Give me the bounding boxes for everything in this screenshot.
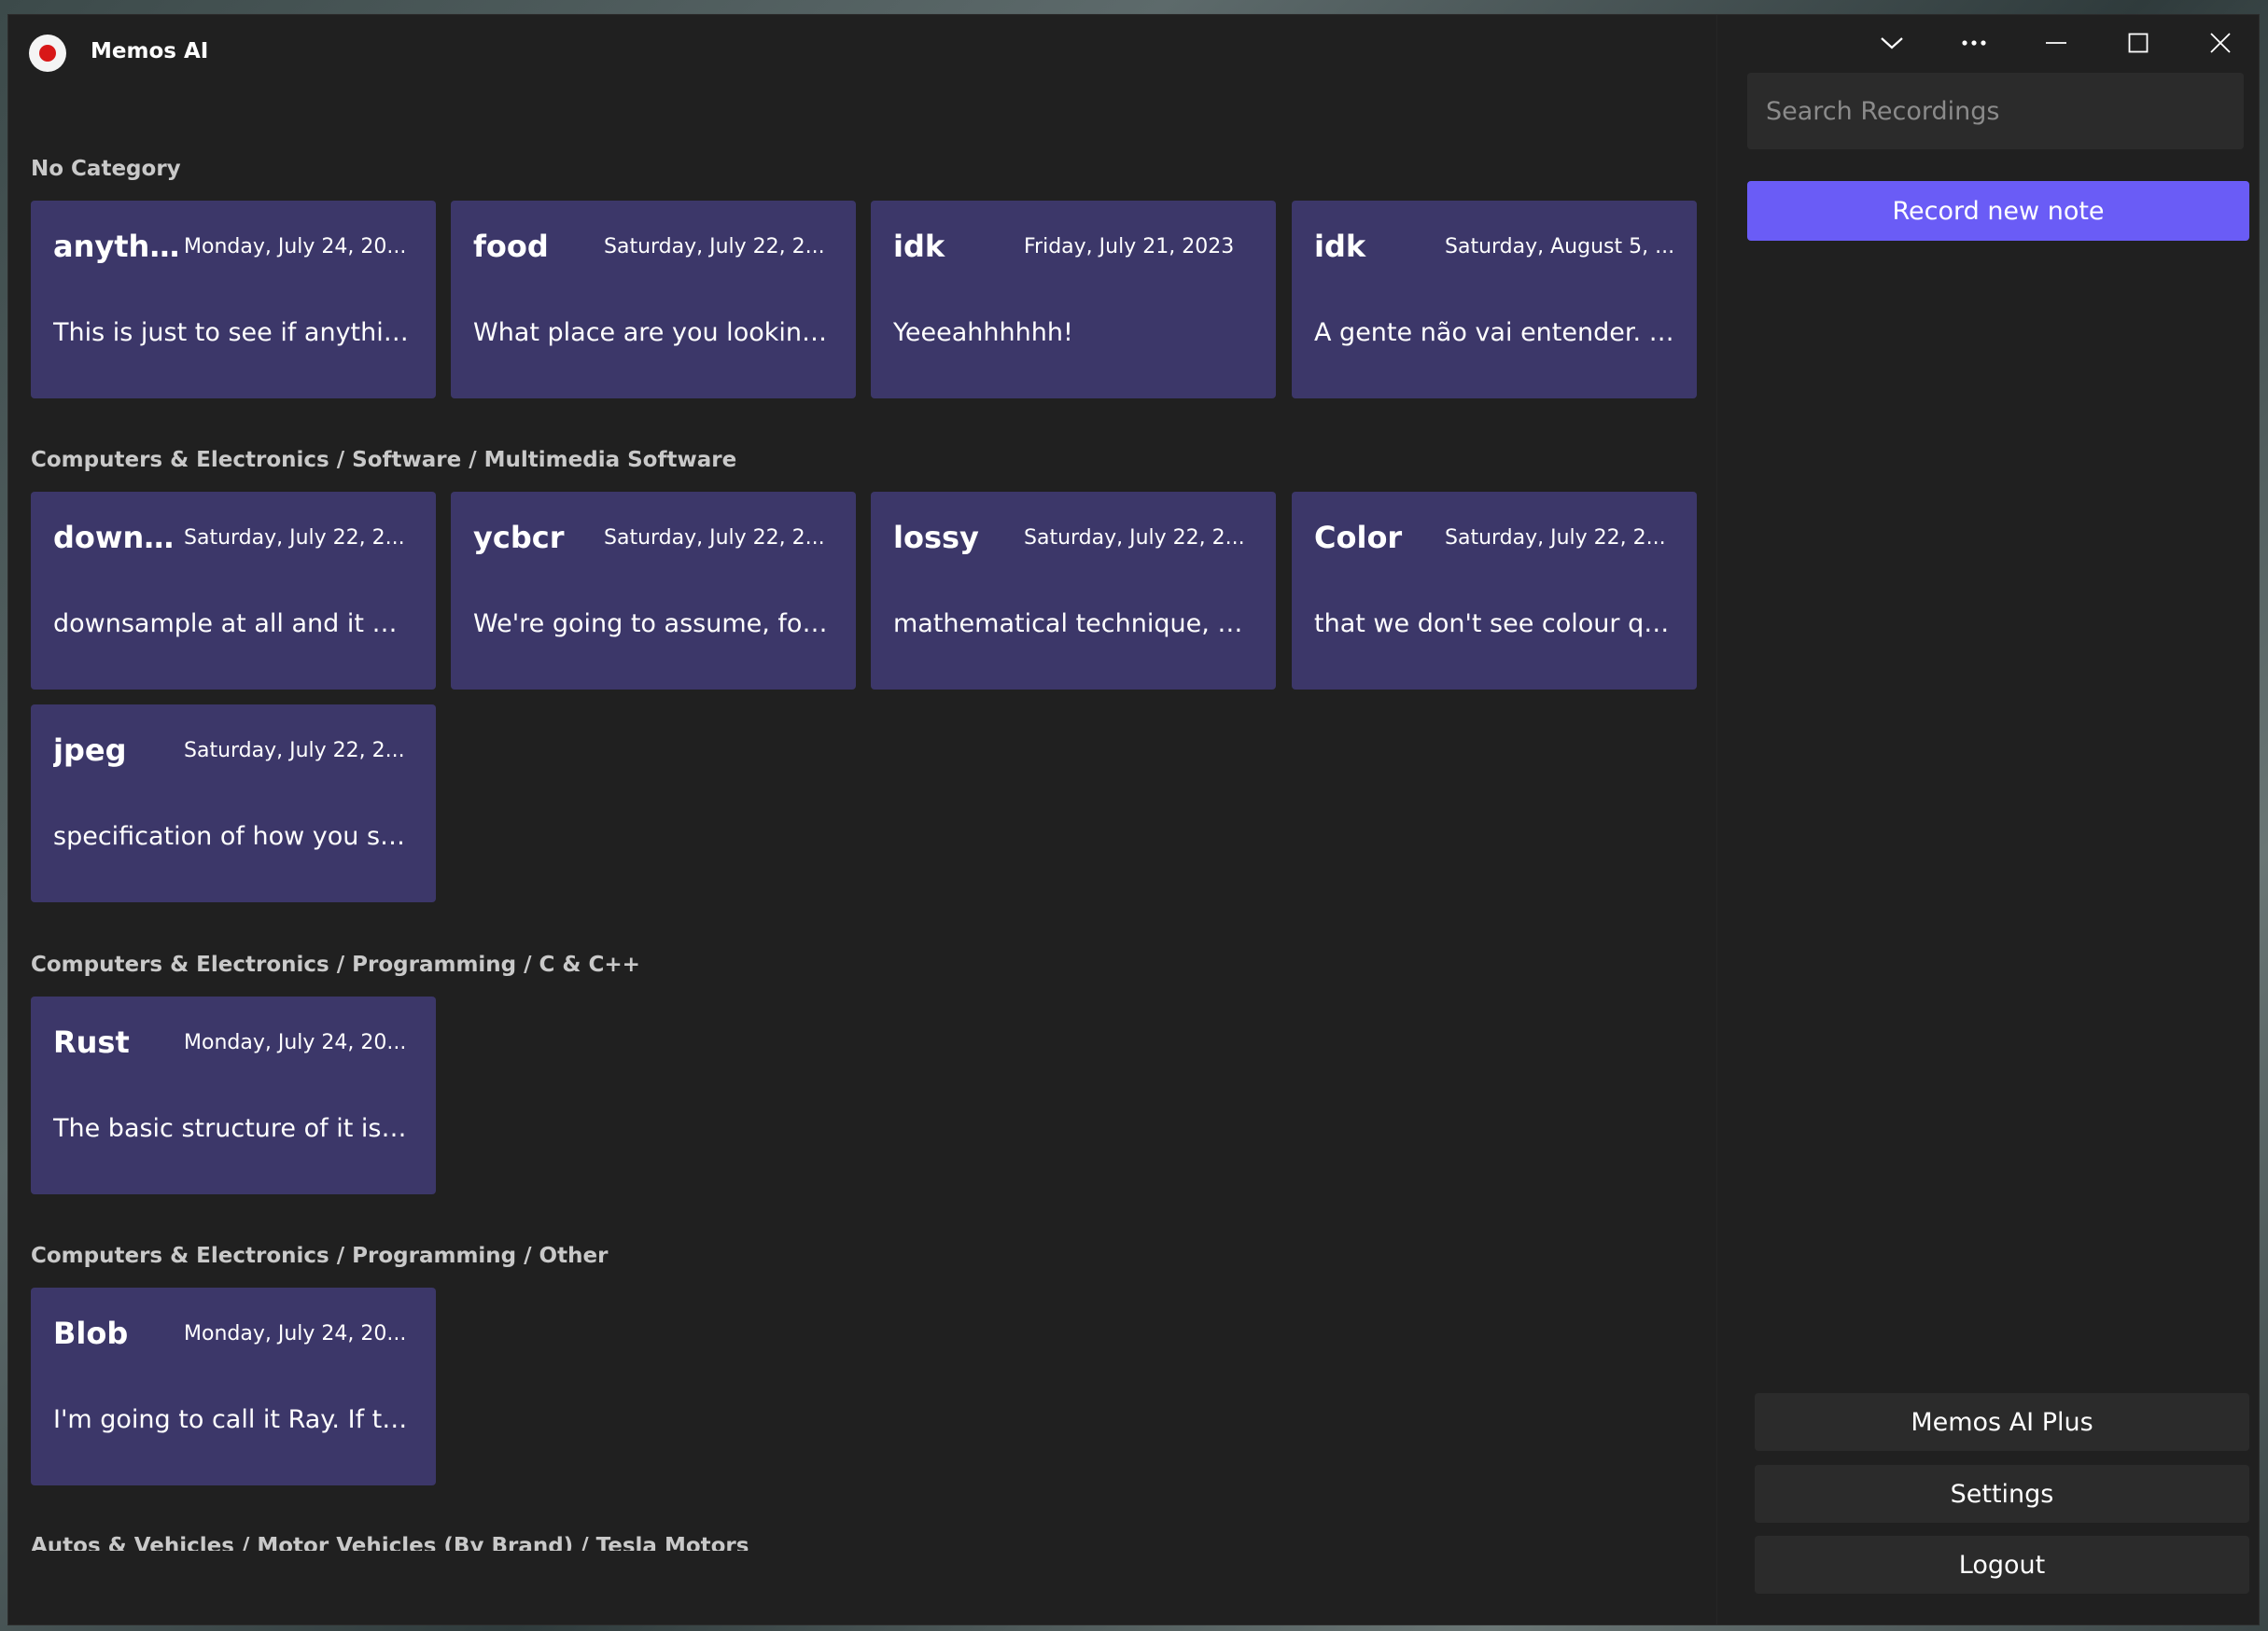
category-section: No Category [31, 155, 181, 183]
card-preview: that we don't see colour quit... [1314, 609, 1674, 638]
card-date: Monday, July 24, 20... [184, 234, 407, 258]
recording-card[interactable]: jpeg Saturday, July 22, 2... specificati… [31, 704, 436, 902]
card-preview: specification of how you sho... [53, 822, 413, 851]
card-date: Saturday, July 22, 2... [604, 525, 825, 550]
card-preview: mathematical technique, whi... [893, 609, 1253, 638]
card-preview: A gente não vai entender. A ... [1314, 318, 1674, 347]
category-title: Autos & Vehicles / Motor Vehicles (By Br… [31, 1534, 749, 1551]
card-date: Saturday, August 5, ... [1445, 234, 1675, 258]
card-date: Monday, July 24, 20... [184, 1030, 407, 1054]
card-date: Saturday, July 22, 2... [1445, 525, 1666, 550]
settings-button[interactable]: Settings [1755, 1465, 2249, 1523]
card-title: Blob [53, 1316, 129, 1351]
recording-card[interactable]: lossy Saturday, July 22, 2... mathematic… [871, 492, 1276, 690]
card-preview: I'm going to call it Ray. If that... [53, 1405, 413, 1434]
card-title: idk [893, 229, 945, 264]
maximize-icon[interactable] [2097, 15, 2179, 71]
category-section: Computers & Electronics / Software / Mul… [31, 446, 736, 474]
window-controls [1851, 15, 2259, 71]
recording-card[interactable]: idk Saturday, August 5, ... A gente não … [1292, 201, 1697, 398]
category-section: Computers & Electronics / Programming / … [31, 1242, 608, 1270]
card-title: Color [1314, 520, 1403, 555]
app-window: Memos AI No Category anythi... Monday, J… [7, 14, 2260, 1625]
app-title: Memos AI [91, 39, 209, 63]
card-title: jpeg [53, 732, 127, 768]
card-preview: This is just to see if anything ... [53, 318, 413, 347]
category-title: Computers & Electronics / Software / Mul… [31, 448, 737, 472]
card-date: Saturday, July 22, 2... [184, 738, 405, 762]
category-title: Computers & Electronics / Programming / … [31, 953, 640, 977]
recording-card[interactable]: Rust Monday, July 24, 20... The basic st… [31, 997, 436, 1194]
recording-card[interactable]: food Saturday, July 22, 2... What place … [451, 201, 856, 398]
card-date: Friday, July 21, 2023 [1024, 234, 1235, 258]
category-title: Computers & Electronics / Programming / … [31, 1244, 609, 1268]
card-date: Monday, July 24, 20... [184, 1321, 407, 1345]
card-preview: What place are you looking a... [473, 318, 833, 347]
card-preview: The basic structure of it is goi... [53, 1114, 413, 1143]
recording-card[interactable]: anythi... Monday, July 24, 20... This is… [31, 201, 436, 398]
card-title: downs... [53, 520, 184, 555]
title-bar: Memos AI [8, 15, 1716, 90]
minimize-icon[interactable] [2015, 15, 2097, 71]
record-new-note-button[interactable]: Record new note [1747, 181, 2249, 241]
category-title: No Category [31, 157, 181, 181]
recordings-list[interactable]: No Category anythi... Monday, July 24, 2… [8, 90, 1716, 1553]
search-input[interactable] [1747, 73, 2244, 149]
logout-button[interactable]: Logout [1755, 1536, 2249, 1594]
card-date: Saturday, July 22, 2... [604, 234, 825, 258]
card-title: food [473, 229, 549, 264]
more-icon[interactable] [1933, 15, 2015, 71]
card-title: Rust [53, 1025, 130, 1060]
sidebar: Record new note Memos AI Plus Settings L… [1716, 15, 2259, 1624]
category-section: Computers & Electronics / Programming / … [31, 951, 640, 979]
recording-card[interactable]: downs... Saturday, July 22, 2... downsam… [31, 492, 436, 690]
recording-card[interactable]: Color Saturday, July 22, 2... that we do… [1292, 492, 1697, 690]
recording-card[interactable]: ycbcr Saturday, July 22, 2... We're goin… [451, 492, 856, 690]
card-preview: We're going to assume, for th... [473, 609, 833, 638]
card-preview: downsample at all and it will ... [53, 609, 413, 638]
close-icon[interactable] [2179, 15, 2259, 71]
card-title: ycbcr [473, 520, 565, 555]
card-date: Saturday, July 22, 2... [1024, 525, 1245, 550]
memos-ai-plus-button[interactable]: Memos AI Plus [1755, 1393, 2249, 1451]
card-title: anythi... [53, 229, 184, 264]
card-title: idk [1314, 229, 1366, 264]
record-logo-icon [29, 35, 66, 72]
chevron-down-icon[interactable] [1851, 15, 1933, 71]
card-preview: Yeeeahhhhhh! [893, 318, 1073, 347]
card-date: Saturday, July 22, 2... [184, 525, 405, 550]
recording-card[interactable]: idk Friday, July 21, 2023 Yeeeahhhhhh! [871, 201, 1276, 398]
card-title: lossy [893, 520, 979, 555]
recording-card[interactable]: Blob Monday, July 24, 20... I'm going to… [31, 1288, 436, 1485]
